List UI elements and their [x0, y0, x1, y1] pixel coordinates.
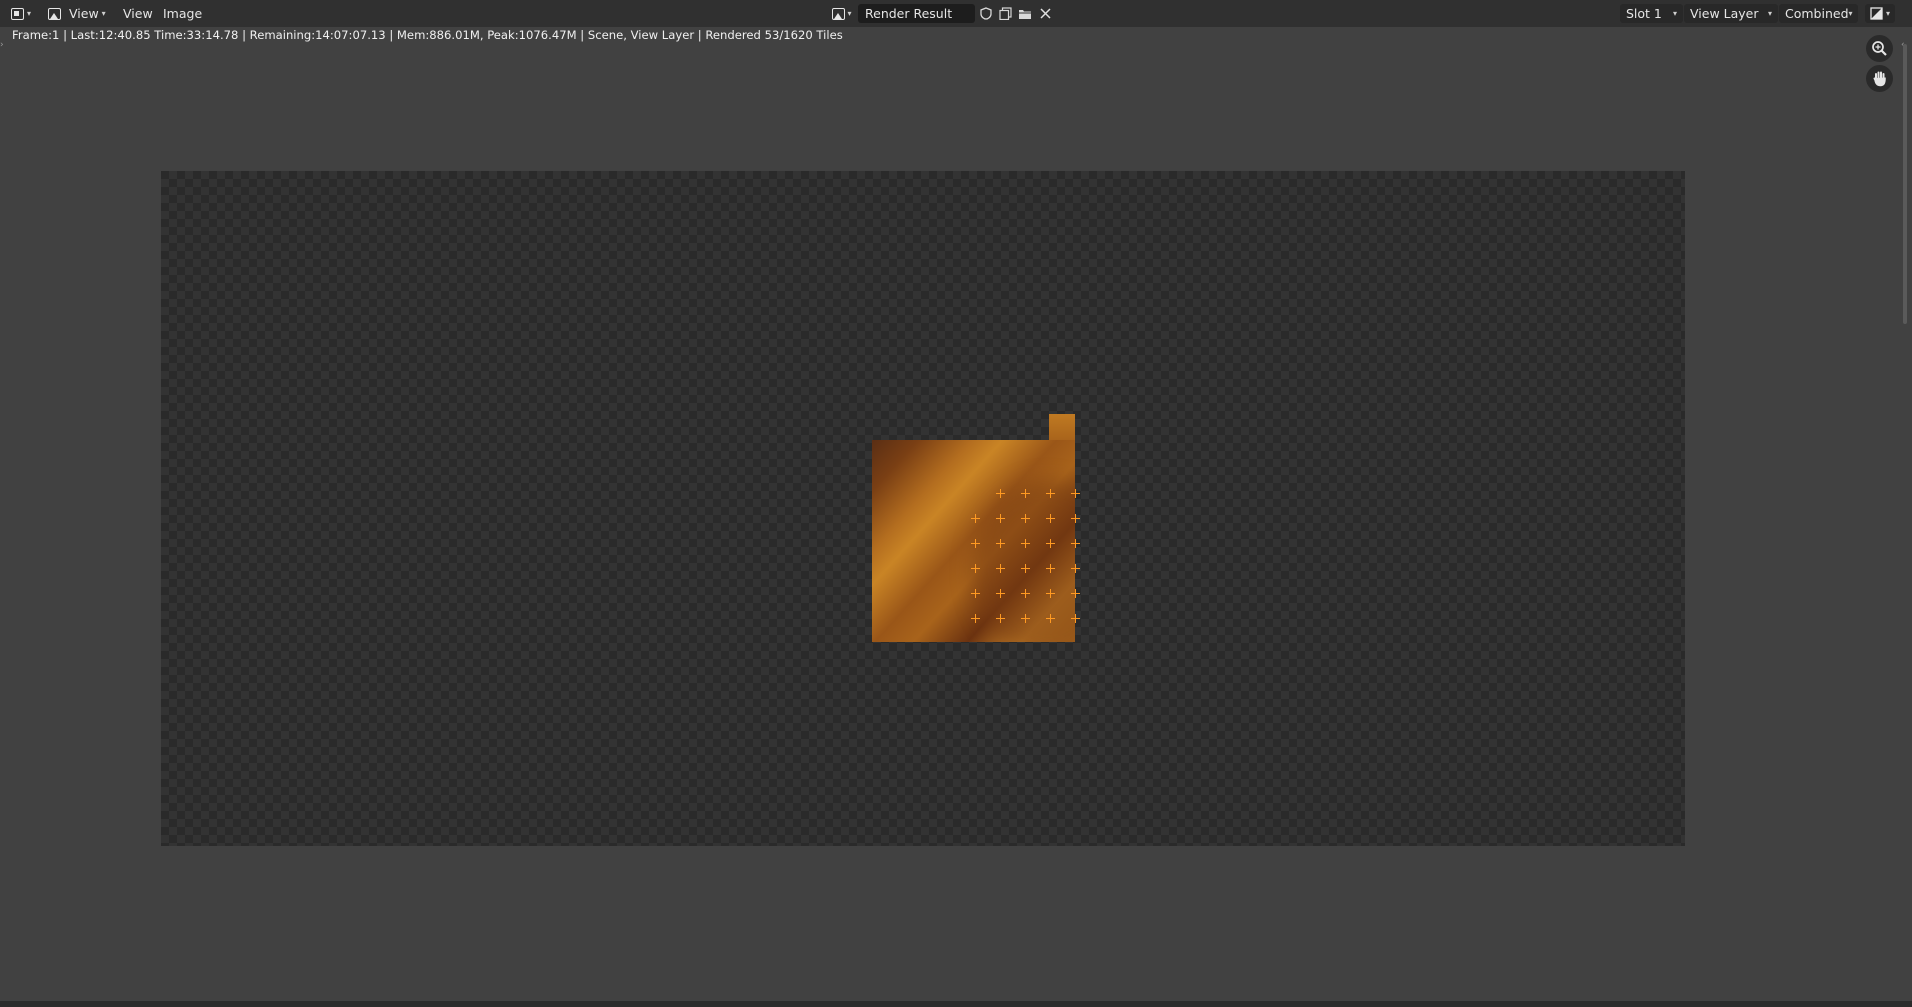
tile-marker-icon — [1021, 514, 1030, 523]
folder-icon — [1019, 9, 1031, 19]
mode-label: View — [69, 6, 99, 21]
zoom-icon — [1872, 41, 1887, 56]
header-bar: ▾ View ▾ View Image ▾ Render Result Slot… — [0, 0, 1912, 27]
zoom-gizmo[interactable] — [1866, 35, 1893, 62]
mode-selector[interactable]: View ▾ — [48, 4, 110, 23]
menu-image[interactable]: Image — [163, 4, 202, 23]
close-icon — [1039, 8, 1051, 19]
tile-marker-icon — [971, 514, 980, 523]
display-channels-icon — [1870, 7, 1883, 20]
menu-view[interactable]: View — [123, 4, 153, 23]
tile-marker-icon — [1046, 489, 1055, 498]
image-editor-window: ▾ View ▾ View Image ▾ Render Result Slot… — [0, 0, 1912, 1007]
fake-user-button[interactable] — [977, 5, 995, 22]
pan-gizmo[interactable] — [1866, 65, 1893, 92]
tile-marker-icon — [971, 539, 980, 548]
tile-marker-icon — [1071, 614, 1080, 623]
render-status-text: Frame:1 | Last:12:40.85 Time:33:14.78 | … — [12, 28, 843, 42]
tile-marker-icon — [1046, 564, 1055, 573]
image-editor-icon — [11, 7, 24, 20]
tile-marker-icon — [1071, 564, 1080, 573]
view-layer-label: View Layer — [1690, 6, 1759, 21]
image-browse-button[interactable]: ▾ — [828, 4, 856, 23]
tile-marker-icon — [1021, 589, 1030, 598]
display-channels-selector[interactable]: ▾ — [1865, 4, 1895, 23]
chevron-down-icon: ▾ — [1885, 9, 1890, 18]
bottom-bar — [0, 1001, 1912, 1007]
chevron-down-icon: ▾ — [1672, 9, 1677, 18]
tile-marker-icon — [1021, 489, 1030, 498]
render-pass-selector[interactable]: Combined ▾ — [1779, 4, 1858, 23]
slot-label: Slot 1 — [1626, 6, 1662, 21]
vertical-scrollbar[interactable] — [1903, 44, 1907, 324]
open-image-button[interactable] — [1016, 5, 1034, 22]
tile-marker-icon — [996, 489, 1005, 498]
hand-icon — [1873, 71, 1886, 87]
editor-type-selector[interactable]: ▾ — [11, 4, 39, 23]
shield-icon — [980, 7, 992, 20]
unlink-image-button[interactable] — [1036, 5, 1054, 22]
tile-marker-icon — [996, 539, 1005, 548]
chevron-down-icon: ▾ — [27, 9, 32, 18]
chevron-down-icon: ▾ — [847, 9, 852, 18]
image-mode-icon — [48, 7, 61, 20]
tile-marker-icon — [1071, 489, 1080, 498]
tile-marker-icon — [1046, 539, 1055, 548]
duplicate-icon — [998, 7, 1012, 20]
tile-marker-icon — [1021, 539, 1030, 548]
image-browse-icon — [832, 7, 846, 20]
tile-marker-icon — [996, 514, 1005, 523]
tile-marker-icon — [996, 614, 1005, 623]
chevron-down-icon: ▾ — [101, 9, 106, 18]
slot-selector[interactable]: Slot 1 ▾ — [1620, 4, 1683, 23]
tile-marker-icon — [971, 564, 980, 573]
tile-marker-icon — [1021, 614, 1030, 623]
tile-marker-icon — [971, 614, 980, 623]
tile-marker-icon — [996, 589, 1005, 598]
tile-marker-icon — [1046, 514, 1055, 523]
render-tile — [1049, 414, 1075, 441]
toolbar-expand-arrow-icon[interactable]: › — [0, 40, 4, 50]
view-layer-selector[interactable]: View Layer ▾ — [1684, 4, 1778, 23]
tile-marker-icon — [1046, 614, 1055, 623]
tile-marker-icon — [1071, 539, 1080, 548]
image-name-field[interactable]: Render Result — [858, 4, 975, 23]
tile-marker-icon — [996, 564, 1005, 573]
new-image-button[interactable] — [996, 5, 1014, 22]
tile-marker-icon — [1021, 564, 1030, 573]
tile-marker-icon — [1046, 589, 1055, 598]
tile-marker-icon — [1071, 514, 1080, 523]
tile-marker-icon — [971, 589, 980, 598]
chevron-down-icon: ▾ — [1848, 9, 1853, 18]
chevron-down-icon: ▾ — [1767, 9, 1772, 18]
render-pass-label: Combined — [1785, 6, 1849, 21]
tile-marker-icon — [1071, 589, 1080, 598]
